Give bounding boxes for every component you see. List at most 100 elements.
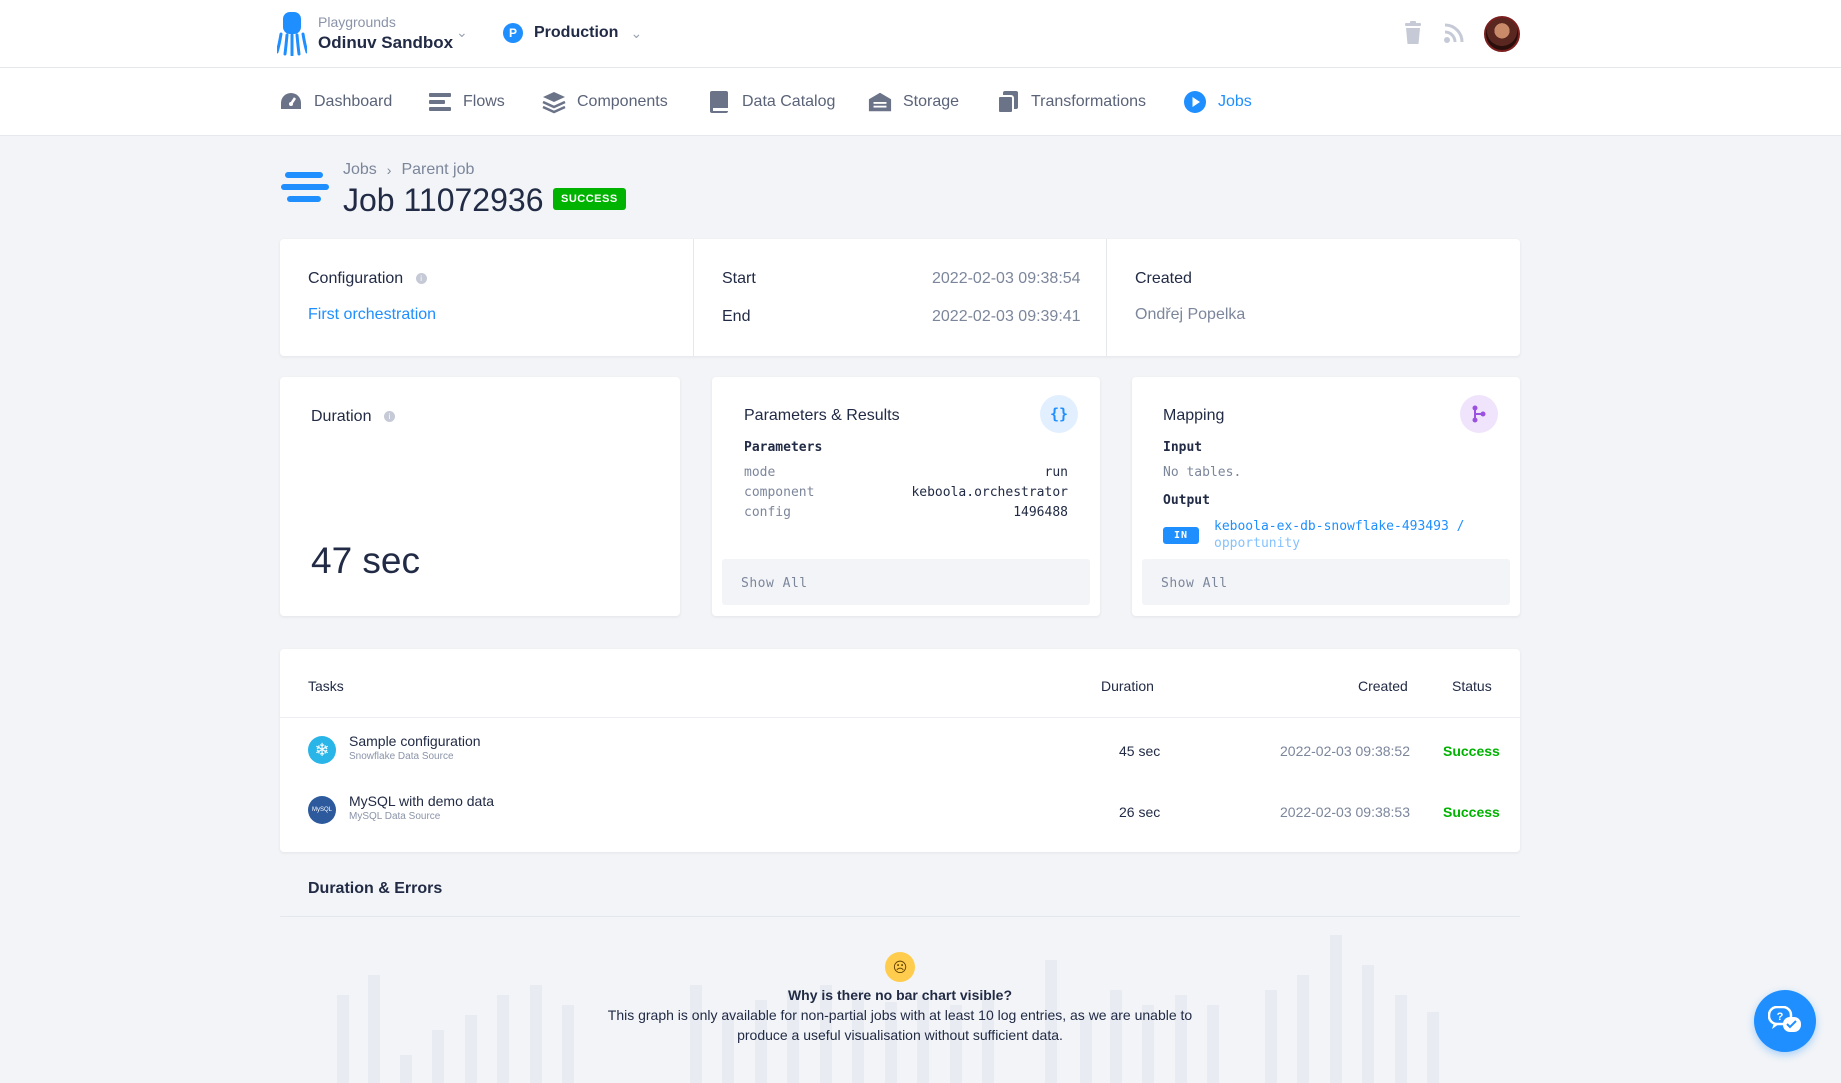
mapping-input-value: No tables. bbox=[1163, 465, 1242, 480]
task-name: MySQL with demo data bbox=[349, 793, 494, 809]
param-key: mode bbox=[744, 465, 776, 480]
empty-chart-text: This graph is only available for non-par… bbox=[607, 1007, 1193, 1043]
task-status: Success bbox=[1443, 743, 1500, 759]
task-created: 2022-02-03 09:38:53 bbox=[1280, 804, 1410, 820]
nav-item-storage[interactable]: Storage bbox=[868, 90, 959, 114]
nav-label: Transformations bbox=[1031, 93, 1146, 110]
nav-item-dashboard[interactable]: Dashboard bbox=[279, 90, 392, 114]
flows-icon bbox=[281, 172, 329, 202]
dashboard-icon bbox=[279, 90, 303, 114]
nav-item-jobs[interactable]: Jobs bbox=[1183, 90, 1252, 114]
page-title: Job 11072936 bbox=[343, 182, 544, 218]
duration-value: 47 sec bbox=[311, 540, 421, 581]
branch-icon[interactable] bbox=[1460, 395, 1498, 433]
info-icon[interactable]: i bbox=[383, 411, 395, 423]
column-header-status: Status bbox=[1452, 678, 1492, 694]
code-icon[interactable]: {} bbox=[1040, 395, 1078, 433]
empty-chart-title: Why is there no bar chart visible? bbox=[787, 987, 1013, 1003]
divider bbox=[280, 916, 1520, 917]
parameters-show-all-button[interactable]: Show All bbox=[722, 559, 1090, 605]
divider bbox=[1106, 239, 1107, 356]
svg-text:?: ? bbox=[1777, 1011, 1784, 1023]
start-value: 2022-02-03 09:38:54 bbox=[932, 270, 1081, 287]
info-icon[interactable]: i bbox=[415, 273, 427, 285]
trash-icon[interactable] bbox=[1400, 20, 1426, 46]
column-header-created: Created bbox=[1358, 678, 1408, 694]
mapping-input-label: Input bbox=[1163, 440, 1203, 455]
chevron-down-icon[interactable]: ⌄ bbox=[456, 24, 468, 41]
created-label: Created bbox=[1135, 270, 1192, 287]
help-chat-button[interactable]: ? bbox=[1754, 990, 1816, 1052]
tasks-table: Tasks Duration Created Status ❄ Sample c… bbox=[280, 649, 1520, 852]
duration-errors-title: Duration & Errors bbox=[308, 880, 443, 897]
duration-label: Duration bbox=[311, 408, 372, 425]
breadcrumb-jobs-link[interactable]: Jobs bbox=[343, 161, 377, 179]
param-value: run bbox=[1044, 465, 1068, 480]
nav-label: Storage bbox=[903, 93, 960, 110]
output-table-name[interactable]: opportunity bbox=[1214, 536, 1300, 551]
project-switcher[interactable]: Playgrounds Odinuv Sandbox bbox=[318, 14, 453, 53]
duration-card: Duration i 47 sec bbox=[280, 377, 680, 616]
end-value: 2022-02-03 09:39:41 bbox=[932, 308, 1081, 325]
table-row[interactable]: MySQL MySQL with demo data MySQL Data So… bbox=[280, 781, 1520, 843]
main-nav: Dashboard Flows Components Data Catalog … bbox=[0, 68, 1841, 136]
status-badge: SUCCESS bbox=[553, 188, 626, 210]
start-label: Start bbox=[722, 270, 756, 287]
breadcrumb: Jobs › Parent job bbox=[343, 161, 474, 179]
nav-label: Dashboard bbox=[314, 93, 393, 110]
snowflake-icon: ❄ bbox=[308, 736, 336, 764]
branch-name: Production bbox=[534, 24, 619, 41]
mysql-icon: MySQL bbox=[308, 796, 336, 824]
transformations-icon bbox=[996, 90, 1020, 114]
task-created: 2022-02-03 09:38:52 bbox=[1280, 743, 1410, 759]
nav-label: Components bbox=[577, 93, 668, 110]
divider bbox=[280, 717, 1520, 718]
storage-icon bbox=[868, 90, 892, 114]
storage-stage-badge: IN bbox=[1163, 527, 1200, 544]
chevron-down-icon: ⌄ bbox=[630, 24, 643, 41]
keboola-logo-icon[interactable] bbox=[277, 12, 307, 56]
task-duration: 45 sec bbox=[1119, 743, 1161, 759]
task-type: MySQL Data Source bbox=[349, 811, 441, 822]
task-name: Sample configuration bbox=[349, 733, 481, 749]
column-header-tasks: Tasks bbox=[308, 678, 344, 694]
user-avatar[interactable] bbox=[1484, 16, 1520, 52]
mapping-card: Mapping Input No tables. Output IN keboo… bbox=[1132, 377, 1520, 616]
configuration-label: Configuration bbox=[308, 270, 404, 287]
task-status: Success bbox=[1443, 804, 1500, 820]
breadcrumb-parent-job-link[interactable]: Parent job bbox=[401, 161, 474, 179]
components-icon bbox=[542, 90, 566, 114]
mapping-output-label: Output bbox=[1163, 493, 1210, 508]
nav-item-data-catalog[interactable]: Data Catalog bbox=[707, 90, 835, 114]
nav-label: Data Catalog bbox=[742, 93, 836, 110]
nav-label: Jobs bbox=[1218, 93, 1252, 110]
param-value: keboola.orchestrator bbox=[911, 485, 1068, 500]
rss-icon[interactable] bbox=[1441, 20, 1467, 46]
column-header-duration: Duration bbox=[1101, 678, 1154, 694]
mapping-show-all-button[interactable]: Show All bbox=[1142, 559, 1510, 605]
job-summary-card: Configuration i First orchestration Star… bbox=[280, 239, 1520, 356]
nav-item-flows[interactable]: Flows bbox=[428, 90, 505, 114]
table-row[interactable]: ❄ Sample configuration Snowflake Data So… bbox=[280, 719, 1520, 781]
nav-item-components[interactable]: Components bbox=[542, 90, 668, 114]
parameters-title: Parameters & Results bbox=[744, 407, 900, 424]
parameters-card: Parameters & Results {} Parameters mode … bbox=[712, 377, 1100, 616]
param-key: component bbox=[744, 485, 815, 500]
task-duration: 26 sec bbox=[1119, 804, 1161, 820]
end-label: End bbox=[722, 308, 751, 325]
book-icon bbox=[707, 90, 731, 114]
created-value: Ondřej Popelka bbox=[1135, 306, 1246, 323]
output-table-link[interactable]: keboola-ex-db-snowflake-493493 / bbox=[1214, 519, 1464, 534]
branch-switcher[interactable]: P Production ⌄ bbox=[503, 23, 642, 43]
nav-label: Flows bbox=[463, 93, 505, 110]
chevron-right-icon: › bbox=[386, 162, 392, 178]
configuration-label-row: Configuration i bbox=[308, 270, 427, 288]
duration-label-row: Duration i bbox=[311, 408, 395, 426]
branch-icon: P bbox=[503, 23, 523, 43]
top-bar: Playgrounds Odinuv Sandbox ⌄ P Productio… bbox=[0, 0, 1841, 68]
project-group-label: Playgrounds bbox=[318, 14, 396, 30]
configuration-link[interactable]: First orchestration bbox=[308, 306, 436, 324]
nav-item-transformations[interactable]: Transformations bbox=[996, 90, 1146, 114]
crying-face-icon: ☹ bbox=[885, 952, 915, 982]
play-icon bbox=[1183, 90, 1207, 114]
